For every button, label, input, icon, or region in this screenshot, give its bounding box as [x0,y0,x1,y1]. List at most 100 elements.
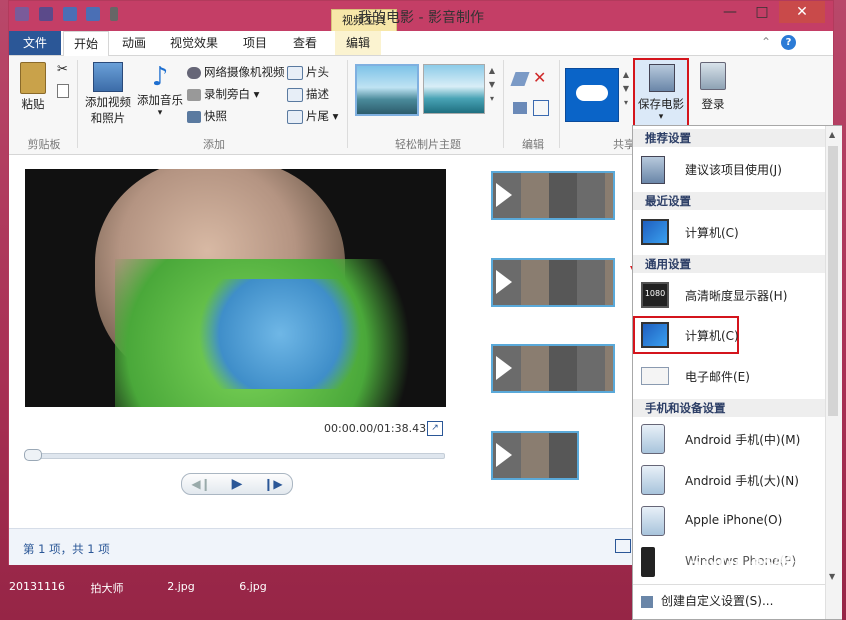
editing-group-label: 编辑 [522,138,544,151]
menu-item-label: 计算机(C) [685,226,739,240]
maximize-button[interactable]: □ [747,1,777,23]
title-button[interactable]: 片头 [287,62,329,82]
group-separator [559,60,560,148]
snapshot-button[interactable]: 快照 [187,106,227,126]
menu-footer-label: 创建自定义设置(S)... [661,594,774,608]
save-movie-menu: ▲ ▼ 推荐设置 建议该项目使用(J) 最近设置 计算机(C) 通用设置 108… [632,125,842,620]
desktop-icon[interactable]: 20131116 [2,580,72,593]
rotate-left-icon[interactable] [510,72,530,86]
next-frame-icon[interactable]: ❙▶ [258,475,288,493]
menu-section-header: 通用设置 [633,255,825,273]
paste-label: 粘贴 [21,97,45,111]
menu-section-header: 最近设置 [633,192,825,210]
group-separator [347,60,348,148]
storyboard-view-icon[interactable] [615,539,631,553]
theme-thumbnail[interactable] [423,64,485,114]
scroll-up-icon[interactable]: ▲ [829,130,835,139]
webcam-icon [187,66,201,79]
group-separator [77,60,78,148]
copy-icon[interactable] [57,84,69,98]
menu-item-recommended[interactable]: 建议该项目使用(J) [633,150,825,188]
credits-label: 片尾 [306,109,329,123]
tab-home[interactable]: 开始 [63,31,109,56]
help-icon[interactable]: ? [781,35,796,50]
menu-divider [633,584,825,585]
add-videos-photos-button[interactable]: 添加视频 和照片 [83,62,133,126]
previous-frame-icon[interactable]: ◀❙ [186,475,216,493]
menu-item-android-large[interactable]: Android 手机(大)(N) [633,461,825,499]
video-preview[interactable] [25,169,446,407]
email-icon [641,367,669,385]
onedrive-share-button[interactable] [565,68,619,122]
menu-item-recent-computer[interactable]: 计算机(C) [633,213,825,251]
menu-item-computer[interactable]: 计算机(C) [633,316,739,354]
tab-view[interactable]: 查看 [285,31,325,55]
menu-item-label: Apple iPhone(O) [685,513,783,527]
sign-in-label: 登录 [701,97,725,111]
phone-icon [641,506,665,536]
phone-icon [641,465,665,495]
clip-thumbnail[interactable] [491,171,615,220]
desktop-icon[interactable]: 6.jpg [218,580,288,593]
title-label: 片头 [306,65,329,79]
share-scroll-arrows[interactable]: ▲ ▼ ▾ [621,68,631,124]
seek-handle[interactable] [24,449,42,461]
theme-thumbnail[interactable] [355,64,419,116]
credits-button[interactable]: 片尾 ▾ [287,106,338,126]
clip-thumbnail[interactable] [491,431,579,480]
tab-project[interactable]: 项目 [235,31,275,55]
save-movie-button[interactable]: 保存电影 ▾ [633,58,689,128]
themes-scroll-arrows[interactable]: ▲ ▼ ▾ [487,64,497,124]
collapse-ribbon-icon[interactable]: ⌃ [761,35,771,49]
scroll-down-icon[interactable]: ▼ [829,572,835,581]
sign-in-button[interactable]: 登录 [693,62,733,112]
menu-item-iphone[interactable]: Apple iPhone(O) [633,502,825,540]
status-text: 第 1 项，共 1 项 [23,542,110,556]
rotate-right-icon[interactable] [513,102,527,114]
create-custom-settings-item[interactable]: 创建自定义设置(S)... [641,592,773,609]
clip-thumbnail[interactable] [491,344,615,393]
window-title: 我的电影 - 影音制作 [358,10,484,26]
clipboard-icon [20,62,46,94]
user-icon [700,62,726,90]
menu-scroll-thumb[interactable] [828,146,838,416]
tab-file[interactable]: 文件 [9,31,61,55]
record-narration-button[interactable]: 录制旁白 ▾ [187,84,259,104]
add-music-button[interactable]: ♪ 添加音乐 ▾ [133,62,187,118]
fullscreen-icon[interactable]: ↗ [427,421,443,436]
tab-animations[interactable]: 动画 [113,31,155,55]
watermark: Baidu 经验 [670,554,793,579]
minimize-button[interactable]: — [715,1,745,23]
cloud-icon [576,85,608,101]
add-music-label: 添加音乐 [137,93,183,107]
menu-item-email[interactable]: 电子邮件(E) [633,357,825,395]
desktop-icon[interactable]: 2.jpg [146,580,216,593]
menu-item-label: Android 手机(中)(M) [685,433,801,447]
seek-bar[interactable] [25,453,445,459]
clipboard-group-label: 剪贴板 [27,138,61,151]
webcam-label: 网络摄像机视频 [204,65,285,79]
snapshot-label: 快照 [204,109,227,123]
caption-button[interactable]: 描述 [287,84,329,104]
close-button[interactable]: ✕ [779,1,825,23]
caption-icon [287,87,303,102]
cut-icon[interactable]: ✂ [57,62,68,77]
share-group-label: 共享 [613,138,635,151]
menu-item-label: 计算机(C) [685,329,739,343]
menu-item-label: 电子邮件(E) [685,370,750,384]
select-all-icon[interactable] [533,100,549,116]
play-icon[interactable]: ▶ [222,475,252,493]
desktop-icon-label: 20131116 [9,580,65,593]
menu-item-android-medium[interactable]: Android 手机(中)(M) [633,420,825,458]
clip-thumbnail[interactable] [491,258,615,307]
webcam-video-button[interactable]: 网络摄像机视频 [187,62,285,82]
paste-button[interactable]: 粘贴 [15,62,51,112]
menu-item-hd-display[interactable]: 1080 高清晰度显示器(H) [633,276,825,314]
tab-edit[interactable]: 编辑 [335,31,381,55]
desktop-icon[interactable]: 拍大师 [72,580,142,596]
remove-icon[interactable]: ✕ [533,68,546,87]
tab-visual-effects[interactable]: 视觉效果 [163,31,225,55]
group-separator [503,60,504,148]
custom-settings-icon [641,595,653,608]
title-icon [287,65,303,80]
